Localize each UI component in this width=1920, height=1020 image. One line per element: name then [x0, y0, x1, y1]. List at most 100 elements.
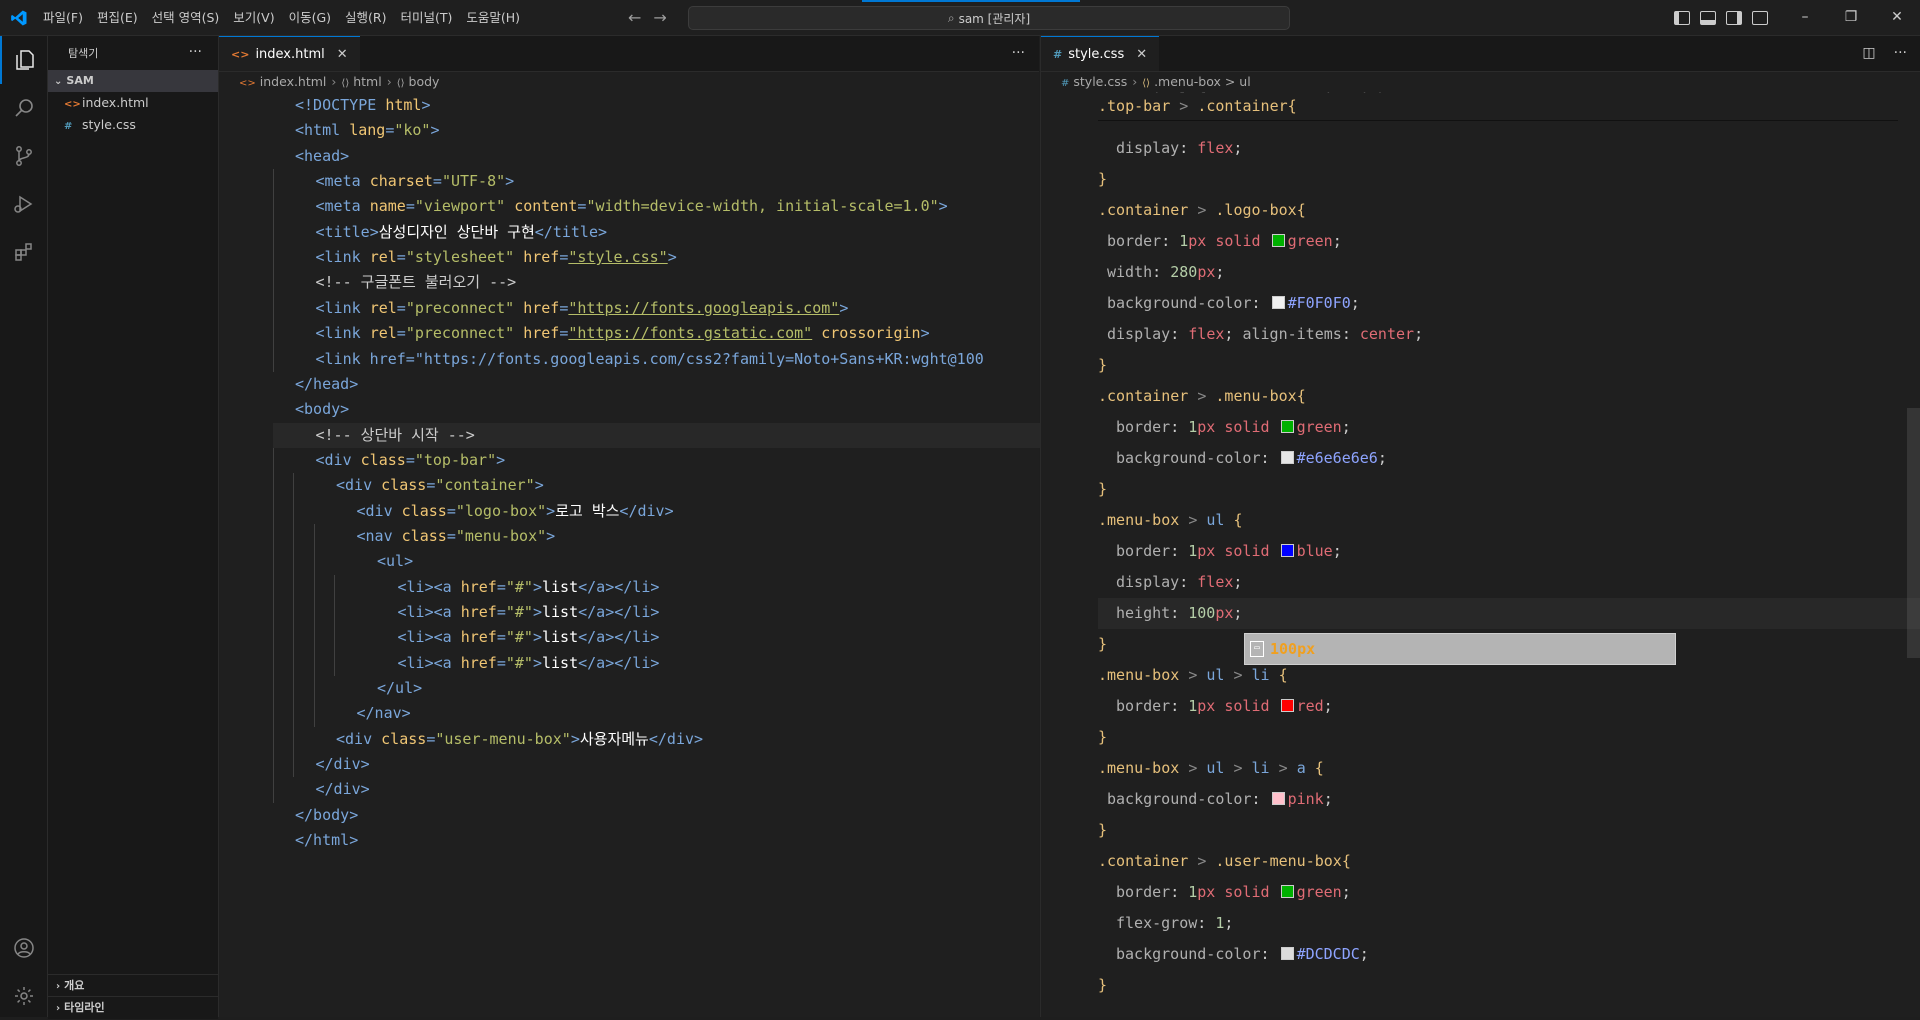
minimize-button[interactable]: – [1782, 0, 1828, 35]
code-line[interactable]: <li><a href="#">list</a></li> [398, 625, 660, 650]
code-line[interactable]: } [1098, 815, 1107, 846]
color-swatch[interactable] [1280, 420, 1294, 433]
breadcrumb-item[interactable]: html [353, 74, 381, 89]
command-center-search[interactable]: ⌕ sam [관리자] [688, 6, 1290, 30]
file-item-style-css[interactable]: # style.css [48, 114, 218, 136]
code-line[interactable]: border: 1px solid green; [1116, 877, 1351, 908]
code-line[interactable]: <link rel="preconnect" href="https://fon… [316, 321, 930, 346]
code-line[interactable]: .container > .logo-box{ [1098, 195, 1306, 226]
code-line[interactable]: <li><a href="#">list</a></li> [398, 575, 660, 600]
search-view-icon[interactable] [0, 84, 47, 132]
menu-view[interactable]: 보기(V) [226, 0, 281, 35]
code-line[interactable]: } [1098, 629, 1107, 660]
code-line[interactable]: <meta charset="UTF-8"> [316, 169, 515, 194]
code-line[interactable]: width: 280px; [1107, 257, 1224, 288]
code-line[interactable]: <div class="container"> [336, 473, 544, 498]
split-editor-icon[interactable]: ◫ [1862, 45, 1875, 61]
menu-file[interactable]: 파일(F) [36, 0, 90, 35]
color-swatch[interactable] [1280, 699, 1294, 712]
breadcrumb-item[interactable]: body [409, 74, 440, 89]
code-line[interactable]: <meta name="viewport" content="width=dev… [316, 194, 948, 219]
code-line[interactable]: <head> [295, 144, 349, 169]
code-line[interactable]: </body> [295, 803, 358, 828]
code-line[interactable]: display: flex; align-items: center; [1107, 319, 1423, 350]
code-line[interactable]: <ul> [377, 549, 413, 574]
code-line[interactable]: <div class="logo-box">로고 박스</div> [357, 499, 674, 524]
file-item-index-html[interactable]: <>index.html [48, 92, 218, 114]
code-line[interactable]: .menu-box > ul { [1098, 505, 1243, 536]
color-swatch[interactable] [1271, 234, 1285, 247]
workspace-folder[interactable]: ⌄ SAM [48, 70, 218, 92]
outline-section[interactable]: › 개요 [48, 974, 218, 997]
code-line[interactable]: } [1098, 164, 1107, 195]
timeline-section[interactable]: › 타임라인 [48, 996, 218, 1019]
manage-gear-icon[interactable] [0, 972, 47, 1020]
code-line[interactable]: background-color: #DCDCDC; [1116, 939, 1369, 970]
editor-more-actions[interactable]: ··· [1894, 45, 1907, 61]
toggle-secondary-sidebar-icon[interactable] [1726, 10, 1742, 25]
code-line[interactable]: </div> [316, 752, 370, 777]
tab-index-html[interactable]: <> index.html ✕ [219, 36, 360, 71]
code-line[interactable]: background-color: pink; [1107, 784, 1333, 815]
menu-terminal[interactable]: 터미널(T) [394, 0, 460, 35]
code-line[interactable]: } [1098, 970, 1107, 1001]
source-control-icon[interactable] [0, 132, 47, 180]
code-line[interactable]: border: 1px solid red; [1116, 691, 1333, 722]
code-line[interactable]: <body> [295, 397, 349, 422]
code-line[interactable]: <!DOCTYPE html> [295, 93, 430, 118]
maximize-button[interactable]: ❐ [1828, 0, 1874, 35]
code-line[interactable]: } [1098, 722, 1107, 753]
customize-layout-icon[interactable] [1752, 10, 1768, 25]
code-line[interactable]: background-color: #e6e6e6e6; [1116, 443, 1387, 474]
code-line[interactable]: border: 1px solid green; [1116, 412, 1351, 443]
menu-run[interactable]: 실행(R) [338, 0, 393, 35]
autocomplete-suggestion[interactable]: ▭ 100px [1244, 633, 1676, 665]
toggle-primary-sidebar-icon[interactable] [1674, 10, 1690, 25]
code-line[interactable]: <li><a href="#">list</a></li> [398, 651, 660, 676]
accounts-icon[interactable] [0, 924, 47, 972]
code-line[interactable]: <!-- 구글폰트 불러오기 --> [316, 270, 517, 295]
code-line[interactable]: <!-- 상단바 시작 --> [273, 422, 1082, 448]
code-line[interactable]: </ul> [377, 676, 422, 701]
code-line[interactable]: <li><a href="#">list</a></li> [398, 600, 660, 625]
color-swatch[interactable] [1280, 885, 1294, 898]
code-line[interactable]: } [1098, 350, 1107, 381]
menu-go[interactable]: 이동(G) [282, 0, 338, 35]
close-window-button[interactable]: ✕ [1874, 0, 1920, 35]
code-line[interactable]: </html> [295, 828, 358, 853]
tab-style-css[interactable]: # style.css ✕ [1041, 36, 1160, 72]
code-line[interactable]: </head> [295, 372, 358, 397]
sticky-scroll-header[interactable]: .top-bar > .container{ [1098, 93, 1898, 121]
code-line[interactable]: <nav class="menu-box"> [357, 524, 556, 549]
toggle-panel-icon[interactable] [1700, 10, 1716, 25]
code-line[interactable]: <div class="top-bar"> [316, 448, 506, 473]
close-icon[interactable]: ✕ [337, 37, 348, 72]
color-swatch[interactable] [1271, 296, 1285, 309]
code-line[interactable]: border: 1px solid green; [1107, 226, 1342, 257]
menu-help[interactable]: 도움말(H) [459, 0, 527, 35]
code-line[interactable]: .menu-box > ul > li > a { [1098, 753, 1324, 784]
code-line[interactable]: <title>삼성디자인 상단바 구현</title> [316, 220, 608, 245]
breadcrumb-item[interactable]: index.html [260, 74, 327, 89]
forward-arrow-icon[interactable]: → [653, 8, 666, 27]
scrollbar-slider[interactable] [1907, 408, 1920, 658]
code-line[interactable]: background-color: #F0F0F0; [1107, 288, 1360, 319]
code-line[interactable]: height: 100px; [1098, 598, 1920, 629]
code-line[interactable]: <link rel="stylesheet" href="style.css"> [316, 245, 677, 270]
color-swatch[interactable] [1280, 451, 1294, 464]
code-line[interactable]: } [1098, 474, 1107, 505]
code-line[interactable]: </nav> [357, 701, 411, 726]
code-line[interactable]: .container > .user-menu-box{ [1098, 846, 1351, 877]
code-line[interactable]: <link rel="preconnect" href="https://fon… [316, 296, 849, 321]
code-line[interactable]: display: flex; [1116, 133, 1242, 164]
close-icon[interactable]: ✕ [1136, 37, 1147, 72]
code-line[interactable]: .container > .menu-box{ [1098, 381, 1306, 412]
code-line[interactable]: <div class="user-menu-box">사용자메뉴</div> [336, 727, 703, 752]
color-swatch[interactable] [1271, 792, 1285, 805]
code-line[interactable]: <html lang="ko"> [295, 118, 440, 143]
sidebar-more-actions[interactable]: ··· [189, 36, 202, 69]
menu-edit[interactable]: 편집(E) [90, 0, 145, 35]
code-line[interactable]: border: 1px solid blue; [1116, 536, 1342, 567]
code-line[interactable]: </div> [316, 777, 370, 802]
code-line[interactable]: display: flex; [1116, 567, 1242, 598]
